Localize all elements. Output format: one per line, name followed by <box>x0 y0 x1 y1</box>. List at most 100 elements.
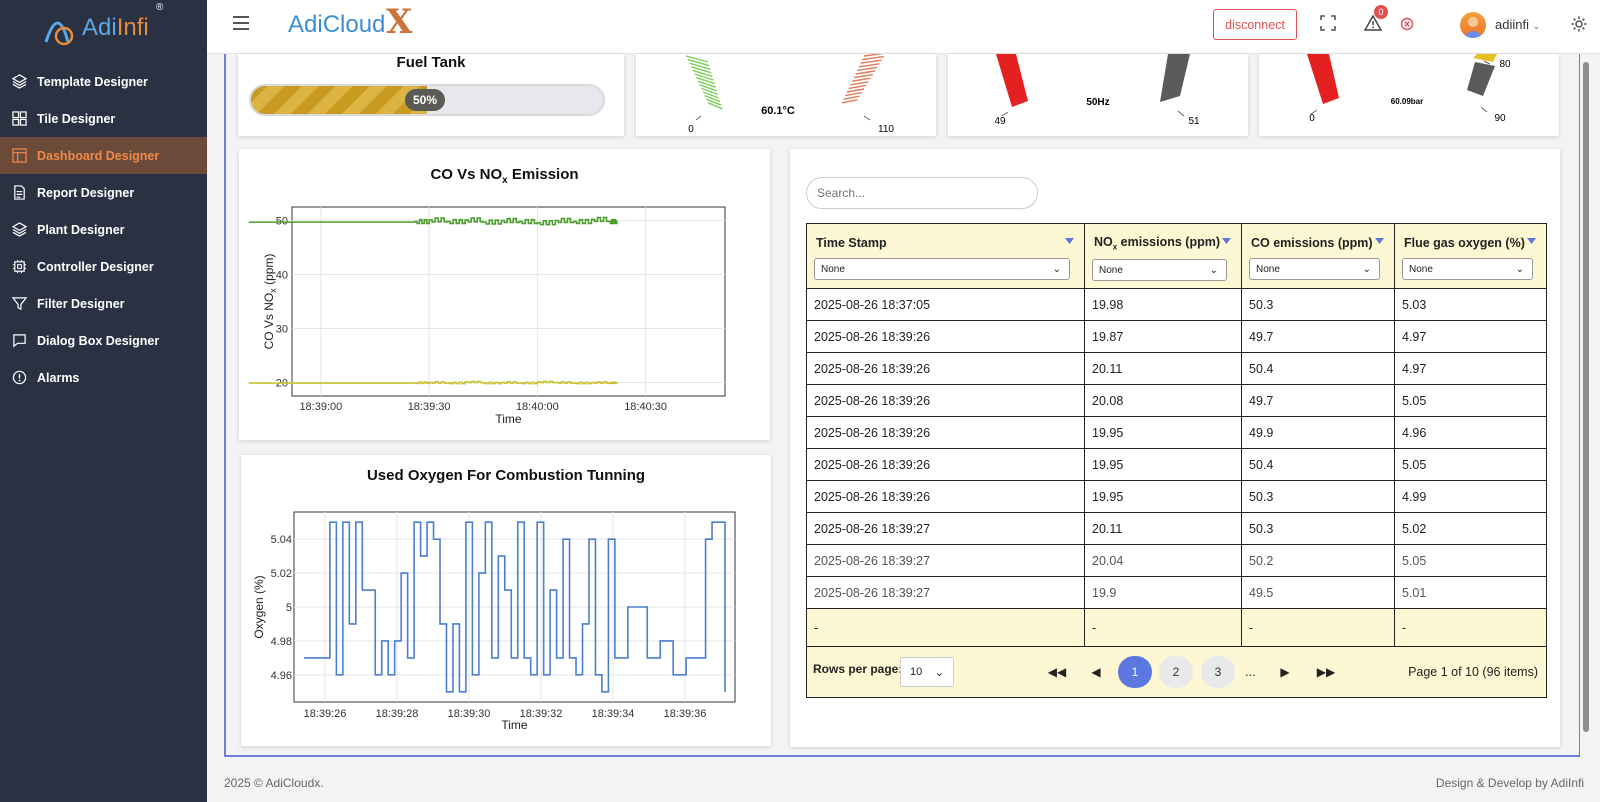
menu-toggle-icon[interactable] <box>233 16 249 30</box>
fuel-tank-title: Fuel Tank <box>396 54 466 71</box>
gauge-tick-mark <box>685 55 709 63</box>
rows-per-page-select[interactable]: 10 ⌄ <box>900 657 954 687</box>
gauge-tick-mark <box>702 91 720 99</box>
sidebar-item-label: Report Designer <box>37 185 135 200</box>
table-footer-cell: - <box>807 609 1085 646</box>
filter-icon[interactable] <box>1527 238 1536 244</box>
temperature-gauge: 60.1°C 0 110 <box>685 52 894 135</box>
table-cell: 4.99 <box>1402 489 1427 504</box>
table-row[interactable]: 2025-08-26 18:37:05 19.98 50.3 5.03 <box>807 289 1546 321</box>
plot-area <box>291 206 726 397</box>
table-cell: 2025-08-26 18:39:27 <box>807 577 1085 608</box>
table-header-row: Time Stamp None ⌄ NOx emissions (ppm) Non… <box>807 224 1546 289</box>
first-page-button[interactable]: ◀◀ <box>1040 656 1074 688</box>
gear-icon[interactable] <box>1570 15 1590 35</box>
last-page-button[interactable]: ▶▶ <box>1309 656 1343 688</box>
disconnect-button[interactable]: disconnect <box>1213 9 1297 40</box>
credit-text: Design & Develop by AdiInfi <box>1435 776 1584 790</box>
page-scrollbar[interactable] <box>1582 56 1591 746</box>
table-cell: 19.95 <box>1085 417 1242 448</box>
gauge-grey-arc <box>1467 62 1495 96</box>
gauge-tick-mark <box>845 91 862 97</box>
alert-count-badge: 0 <box>1374 5 1388 19</box>
alert-circle-icon <box>11 370 27 386</box>
table-row[interactable]: 2025-08-26 18:39:27 20.04 50.2 5.05 <box>807 545 1546 577</box>
sidebar-item-controller-designer[interactable]: Controller Designer <box>0 248 207 285</box>
column-filter-select[interactable]: None ⌄ <box>814 258 1070 280</box>
y-axis-label: Oxygen (%) <box>252 575 266 638</box>
layers-icon <box>11 222 27 238</box>
filter-icon[interactable] <box>1222 238 1231 244</box>
sidebar-item-alarms[interactable]: Alarms <box>0 359 207 396</box>
registered-mark: ® <box>156 2 164 13</box>
table-row[interactable]: 2025-08-26 18:39:27 20.11 50.3 5.02 <box>807 513 1546 545</box>
co-nox-line-chart: 18:39:00 18:39:30 18:40:00 18:40:3020304050… <box>248 206 726 426</box>
y-tick-label: 30 <box>276 324 288 336</box>
sidebar-item-tile-designer[interactable]: Tile Designer <box>0 100 207 137</box>
sidebar-item-label: Filter Designer <box>37 296 125 311</box>
gauge-tick-mark <box>695 76 715 85</box>
table-row[interactable]: 2025-08-26 18:39:26 19.95 49.9 4.96 <box>807 417 1546 449</box>
table-row[interactable]: 2025-08-26 18:39:26 19.95 50.3 4.99 <box>807 481 1546 513</box>
x-axis-label: Time <box>501 718 528 732</box>
table-cell: 2025-08-26 18:39:26 <box>807 353 1085 384</box>
gauge-max: 51 <box>1188 116 1200 127</box>
x-tick-label: 18:39:36 <box>664 708 707 720</box>
adiinfi-logo: AdiInfi ® <box>38 2 168 48</box>
gauge-red-arc <box>1307 54 1339 104</box>
fullscreen-icon[interactable] <box>1319 14 1339 34</box>
next-page-button[interactable]: ▶ <box>1268 656 1302 688</box>
chevron-down-icon: ⌄ <box>1515 263 1524 275</box>
avatar[interactable] <box>1460 12 1486 38</box>
table-row[interactable]: 2025-08-26 18:39:27 19.9 49.5 5.01 <box>807 577 1546 609</box>
page-button[interactable]: 3 <box>1201 656 1235 688</box>
gauge-max: 110 <box>878 124 894 135</box>
user-menu[interactable]: adiinfi ⌄ <box>1495 17 1540 32</box>
sidebar-item-dashboard-designer[interactable]: Dashboard Designer <box>0 137 207 174</box>
search-input[interactable] <box>806 177 1038 209</box>
sidebar-item-filter-designer[interactable]: Filter Designer <box>0 285 207 322</box>
column-filter-select[interactable]: None ⌄ <box>1249 258 1380 280</box>
chat-icon <box>11 333 27 349</box>
page-button[interactable]: 1 <box>1118 656 1152 688</box>
sidebar-item-report-designer[interactable]: Report Designer <box>0 174 207 211</box>
sidebar-item-dialog-box-designer[interactable]: Dialog Box Designer <box>0 322 207 359</box>
column-filter-select[interactable]: None ⌄ <box>1402 258 1533 280</box>
table-cell: 50.3 <box>1242 513 1395 544</box>
table-cell: 5.03 <box>1402 297 1427 312</box>
brand-x-mark: X <box>386 2 413 42</box>
gauge-tick-mark <box>857 66 878 72</box>
pressure-gauge-card: 60.09bar 0 90 80 <box>1259 54 1559 136</box>
right-arrow-icon: ▶ <box>1280 665 1290 679</box>
filter-icon[interactable] <box>1375 238 1384 244</box>
previous-page-button[interactable]: ◀ <box>1079 656 1113 688</box>
table-row[interactable]: 2025-08-26 18:39:26 19.95 50.4 5.05 <box>807 449 1546 481</box>
sidebar-item-template-designer[interactable]: Template Designer <box>0 63 207 100</box>
table-cell: 5.05 <box>1402 553 1427 568</box>
y-axis-label-suffix: (ppm) <box>262 254 276 289</box>
connection-error-icon[interactable] <box>1399 16 1419 36</box>
page-button[interactable]: 2 <box>1159 656 1193 688</box>
fuel-level-fill <box>251 86 427 114</box>
gauge-tick-mark <box>850 81 869 86</box>
column-filter-select[interactable]: None ⌄ <box>1092 259 1227 282</box>
gauge-min: 0 <box>688 124 694 135</box>
logo-wordmark: AdiInfi <box>82 14 149 41</box>
table-cell: 19.87 <box>1085 321 1242 352</box>
gauge-tick <box>1177 110 1185 117</box>
x-tick-label: 18:39:30 <box>448 708 491 720</box>
table-row[interactable]: 2025-08-26 18:39:26 20.08 49.7 5.05 <box>807 385 1546 417</box>
scrollbar-thumb[interactable] <box>1583 62 1589 732</box>
gauge-tick-mark <box>704 94 721 103</box>
x-tick-label: 18:39:28 <box>376 708 419 720</box>
sidebar-item-plant-designer[interactable]: Plant Designer <box>0 211 207 248</box>
table-row[interactable]: 2025-08-26 18:39:26 20.11 50.4 4.97 <box>807 353 1546 385</box>
double-left-arrow-icon: ◀◀ <box>1047 665 1067 679</box>
gauge-tick-mark <box>846 88 865 93</box>
gauge-tick-mark <box>707 102 723 110</box>
table-row[interactable]: 2025-08-26 18:39:26 19.87 49.7 4.97 <box>807 321 1546 353</box>
filter-icon[interactable] <box>1065 238 1074 244</box>
y-axis-label-text: CO Vs NO <box>262 293 276 350</box>
x-axis-label: Time <box>495 412 522 426</box>
layers-icon <box>11 74 27 90</box>
